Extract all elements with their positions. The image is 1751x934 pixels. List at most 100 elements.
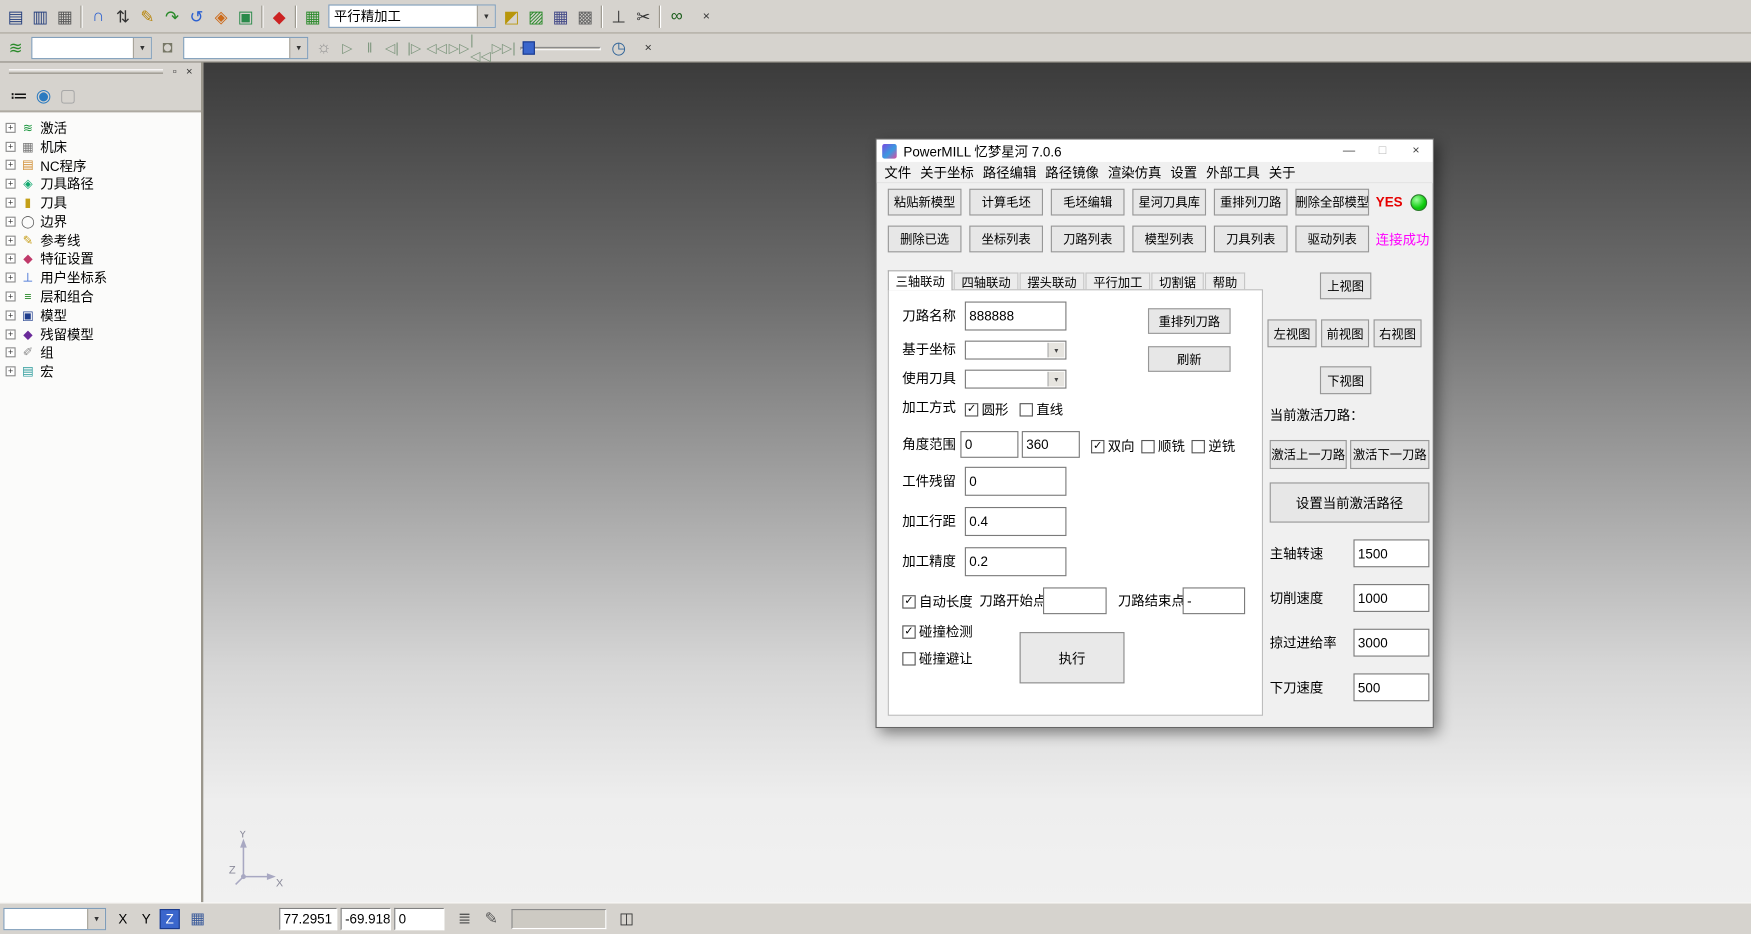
tree-item-stock-models[interactable]: +◆残留模型	[0, 325, 201, 344]
tree-item-workplanes[interactable]: +⊥用户坐标系	[0, 268, 201, 287]
dialog-tab[interactable]: 帮助	[1205, 272, 1245, 290]
activate-prev-button[interactable]: 激活上一刀路	[1270, 440, 1347, 469]
tree-expander-icon[interactable]: +	[6, 217, 16, 227]
dialog-tab[interactable]: 平行加工	[1085, 272, 1150, 290]
tree-item-boundaries[interactable]: +◯边界	[0, 212, 201, 231]
coordinate-y-input[interactable]: -69.918	[341, 907, 391, 929]
menu-item[interactable]: 关于坐标	[916, 162, 979, 182]
action-button[interactable]: 毛坯编辑	[1051, 189, 1125, 216]
set-active-path-button[interactable]: 设置当前激活路径	[1270, 482, 1430, 522]
feed-input[interactable]: 500	[1353, 673, 1429, 701]
simulation-speed-icon[interactable]: ◷	[606, 35, 631, 60]
grid-toggle-icon[interactable]: ▦	[186, 907, 208, 929]
print-icon[interactable]: ▦	[52, 4, 77, 29]
status-combo[interactable]: ▾	[3, 907, 106, 929]
angle-to-input[interactable]: 360	[1022, 431, 1080, 458]
stepover-input[interactable]: 0.4	[965, 507, 1067, 536]
menu-item[interactable]: 关于	[1264, 162, 1300, 182]
collision-avoid-checkbox[interactable]: 碰撞避让	[902, 649, 972, 668]
simulation-speed-slider[interactable]	[520, 37, 600, 57]
menu-item[interactable]: 文件	[880, 162, 916, 182]
feed-input[interactable]: 1500	[1353, 539, 1429, 567]
action-button[interactable]: 删除全部模型	[1295, 189, 1369, 216]
menu-item[interactable]: 路径镜像	[1041, 162, 1104, 182]
toolbar-close-icon[interactable]: ×	[698, 8, 715, 25]
axis-x-button[interactable]: X	[113, 908, 133, 928]
collision-detect-checkbox[interactable]: ✓ 碰撞检测	[902, 622, 972, 641]
keypad-icon[interactable]: ▩	[573, 4, 598, 29]
tree-expander-icon[interactable]: +	[6, 160, 16, 170]
dialog-tab[interactable]: 三轴联动	[888, 270, 953, 290]
tree-item-activate[interactable]: +≋激活	[0, 118, 201, 137]
tree-item-toolpaths[interactable]: +◈刀具路径	[0, 175, 201, 194]
play-button[interactable]: ▷	[336, 36, 358, 58]
action-button[interactable]: 粘贴新模型	[888, 189, 962, 216]
strategy-combo[interactable]: 平行精加工 ▾	[328, 4, 496, 27]
block-edit-icon[interactable]: ▨	[524, 4, 549, 29]
axis-y-button[interactable]: Y	[136, 908, 156, 928]
action-button[interactable]: 星河刀具库	[1132, 189, 1206, 216]
tree-expander-icon[interactable]: +	[6, 179, 16, 189]
left-view-button[interactable]: 左视图	[1267, 319, 1316, 347]
globe-icon[interactable]: ◉	[31, 83, 56, 108]
action-button[interactable]: 删除已选	[888, 226, 962, 253]
bottom-view-button[interactable]: 下视图	[1320, 366, 1371, 394]
tree-expander-icon[interactable]: +	[6, 141, 16, 151]
dialog-tab[interactable]: 摆头联动	[1020, 272, 1085, 290]
coordinate-x-input[interactable]: 77.2951	[279, 907, 337, 929]
tree-item-models[interactable]: +▣模型	[0, 306, 201, 325]
z-height-icon[interactable]: ⇅	[111, 4, 136, 29]
close-panel-icon[interactable]: ×	[182, 64, 197, 79]
checkbox-option[interactable]: 逆铣	[1192, 437, 1236, 456]
toolpath-name-input[interactable]: 888888	[965, 302, 1067, 331]
stock-input[interactable]: 0	[965, 467, 1067, 496]
pause-button[interactable]: ‖	[358, 36, 380, 58]
simulation-toolpath-combo[interactable]: ▾	[31, 36, 152, 58]
dialog-tab[interactable]: 四轴联动	[954, 272, 1019, 290]
right-view-button[interactable]: 右视图	[1374, 319, 1422, 347]
block-icon[interactable]: ▣	[233, 4, 258, 29]
tool-combo[interactable]: ▾	[965, 370, 1067, 389]
transform-icon[interactable]: ◈	[209, 4, 234, 29]
tree-expander-icon[interactable]: +	[6, 348, 16, 358]
maximize-icon[interactable]: □	[1366, 140, 1400, 162]
tree-expander-icon[interactable]: +	[6, 367, 16, 377]
slider-handle[interactable]	[523, 41, 535, 54]
minimize-icon[interactable]: —	[1332, 140, 1366, 162]
action-button[interactable]: 坐标列表	[969, 226, 1043, 253]
tree-expander-icon[interactable]: +	[6, 198, 16, 208]
menu-item[interactable]: 渲染仿真	[1103, 162, 1166, 182]
checkbox-option[interactable]: ✓圆形	[965, 400, 1009, 419]
axis-z-button[interactable]: Z	[160, 908, 180, 928]
workplane-icon[interactable]: ⊥	[606, 4, 631, 29]
angle-from-input[interactable]: 0	[960, 431, 1018, 458]
execute-button[interactable]: 执行	[1020, 632, 1125, 683]
float-panel-icon[interactable]: ▫	[168, 64, 183, 79]
dialog-titlebar[interactable]: PowerMILL 忆梦星河 7.0.6 — □ ×	[877, 140, 1433, 162]
auto-length-checkbox[interactable]: ✓ 自动长度	[902, 592, 972, 611]
coordinate-z-input[interactable]: 0	[394, 907, 444, 929]
measure-icon[interactable]: ✂	[631, 4, 656, 29]
toolbar-toggle-icon[interactable]: ◩	[499, 4, 524, 29]
close-icon[interactable]: ×	[1399, 140, 1433, 162]
ghost-model-icon[interactable]: ▢	[56, 83, 81, 108]
explorer-tree-icon[interactable]: ≔	[7, 83, 32, 108]
toolbar-close-icon[interactable]: ×	[640, 39, 657, 56]
menu-item[interactable]: 外部工具	[1202, 162, 1265, 182]
list-icon[interactable]: ≣	[453, 907, 475, 929]
action-button[interactable]: 刀具列表	[1214, 226, 1288, 253]
activate-next-button[interactable]: 激活下一刀路	[1350, 440, 1429, 469]
action-button[interactable]: 模型列表	[1132, 226, 1206, 253]
tree-expander-icon[interactable]: +	[6, 292, 16, 302]
open-project-icon[interactable]: ▤	[3, 4, 28, 29]
front-view-button[interactable]: 前视图	[1321, 319, 1369, 347]
dialog-tab[interactable]: 切割锯	[1151, 272, 1203, 290]
action-button[interactable]: 重排列刀路	[1214, 189, 1288, 216]
checkbox-option[interactable]: 直线	[1020, 400, 1064, 419]
tree-expander-icon[interactable]: +	[6, 329, 16, 339]
tree-expander-icon[interactable]: +	[6, 310, 16, 320]
action-button[interactable]: 计算毛坯	[969, 189, 1043, 216]
toolholder-icon[interactable]: ◘	[155, 35, 180, 60]
shade-icon[interactable]: ☼	[312, 35, 337, 60]
views-icon[interactable]: ∞	[664, 4, 689, 29]
